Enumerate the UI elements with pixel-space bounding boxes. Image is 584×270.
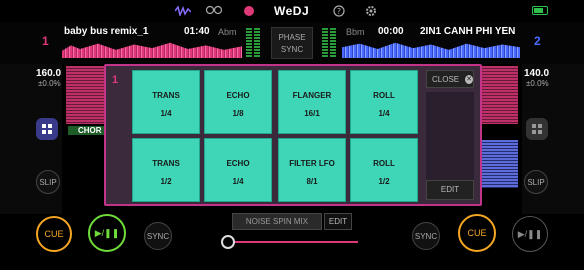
fx-pad-7[interactable]: FILTER LFO 8/1 bbox=[278, 138, 346, 202]
noise-spin-mix-button[interactable]: NOISE SPIN MIX bbox=[232, 213, 322, 230]
deck-left-sync-label: SYNC bbox=[146, 231, 170, 241]
app-title: WeDJ bbox=[274, 4, 310, 18]
deck-left-time: 01:40 bbox=[184, 26, 210, 37]
fx-pad-name: ROLL bbox=[373, 159, 395, 168]
fx-pad-name: ECHO bbox=[226, 159, 250, 168]
waveform-icon[interactable] bbox=[174, 4, 192, 18]
fx-edit-button[interactable]: EDIT bbox=[426, 180, 474, 200]
help-icon[interactable]: ? bbox=[330, 4, 348, 18]
deck-left-key: Abm bbox=[218, 27, 237, 37]
deck-left-cue-label: CUE bbox=[44, 229, 64, 239]
pioneer-logo-icon[interactable] bbox=[204, 4, 224, 18]
deck-right-pitch: ±0.0% bbox=[526, 79, 549, 88]
fx-pad-name: TRANS bbox=[152, 91, 180, 100]
fx-pad-1[interactable]: TRANS 1/4 bbox=[132, 70, 200, 134]
fx-pad-value: 1/2 bbox=[160, 177, 172, 186]
deck-left-slip-button[interactable]: SLIP bbox=[36, 170, 60, 194]
deck-right-bpm: 140.0 bbox=[524, 68, 550, 79]
deck-right-key: Bbm bbox=[346, 27, 365, 37]
deck-right-jog-waveform[interactable] bbox=[482, 66, 518, 124]
fx-pad-name: FLANGER bbox=[292, 91, 332, 100]
fx-pad-name: TRANS bbox=[152, 159, 180, 168]
deck-right-sync-label: SYNC bbox=[414, 231, 438, 241]
deck-left-jog-waveform[interactable] bbox=[66, 66, 104, 124]
phase-sync-line2: SYNC bbox=[280, 45, 304, 54]
deck-left-fx-toggle[interactable] bbox=[36, 118, 58, 140]
deck-left-pitch: ±0.0% bbox=[38, 79, 61, 88]
noise-spin-mix-edit-button[interactable]: EDIT bbox=[324, 213, 352, 230]
deck-left-bpm: 160.0 bbox=[36, 68, 62, 79]
deck-right-play-button[interactable]: ▶/❚❚ bbox=[512, 216, 548, 252]
deck-left-play-label: ▶/❚❚ bbox=[94, 227, 120, 238]
svg-text:?: ? bbox=[337, 7, 341, 16]
deck-left-level-meter bbox=[246, 28, 252, 58]
fx-panel-deck-number: 1 bbox=[112, 74, 119, 86]
deck-left-play-button[interactable]: ▶/❚❚ bbox=[88, 214, 126, 252]
fx-pad-2[interactable]: ECHO 1/8 bbox=[204, 70, 272, 134]
fx-pad-6[interactable]: ECHO 1/4 bbox=[204, 138, 272, 202]
deck-right-play-label: ▶/❚❚ bbox=[517, 228, 543, 239]
fx-pad-8[interactable]: ROLL 1/2 bbox=[350, 138, 418, 202]
battery-icon bbox=[532, 6, 548, 15]
settings-icon[interactable] bbox=[362, 4, 380, 18]
deck-right-cue-button[interactable]: CUE bbox=[458, 214, 496, 252]
close-icon: ✕ bbox=[465, 74, 473, 84]
deck-right-time: 00:00 bbox=[378, 26, 404, 37]
fx-close-label: CLOSE bbox=[432, 74, 460, 84]
deck-right-cue-label: CUE bbox=[467, 228, 487, 238]
fx-pad-name: FILTER LFO bbox=[289, 159, 335, 168]
deck-right-jog-waveform-lower[interactable] bbox=[482, 140, 518, 188]
deck-left-chord-label: CHOR bbox=[68, 126, 104, 135]
fx-pad-value: 1/4 bbox=[232, 177, 244, 186]
fx-pad-value: 1/4 bbox=[160, 109, 172, 118]
fx-pad-4[interactable]: ROLL 1/4 bbox=[350, 70, 418, 134]
deck-left-track-name[interactable]: baby bus remix_1 bbox=[64, 26, 148, 37]
fx-close-button[interactable]: CLOSE ✕ bbox=[426, 70, 474, 88]
fx-pad-value: 1/2 bbox=[378, 177, 390, 186]
deck-right-level-meter-2 bbox=[330, 28, 336, 58]
fx-pad-value: 1/8 bbox=[232, 109, 244, 118]
crossfader-track[interactable] bbox=[228, 241, 358, 243]
fx-pad-value: 8/1 bbox=[306, 177, 318, 186]
fx-pad-panel: 1 TRANS 1/4 ECHO 1/8 FLANGER 16/1 ROLL 1… bbox=[104, 64, 482, 206]
deck-right-track-name[interactable]: 2IN1 CANH PHI YEN bbox=[420, 26, 515, 37]
deck-right-fx-toggle[interactable] bbox=[526, 118, 548, 140]
fx-pad-name: ROLL bbox=[373, 91, 395, 100]
fx-pad-3[interactable]: FLANGER 16/1 bbox=[278, 70, 346, 134]
crossfader-knob[interactable] bbox=[221, 235, 235, 249]
fx-pad-name: ECHO bbox=[226, 91, 250, 100]
deck-right-number: 2 bbox=[534, 34, 541, 48]
deck-left-sync-button[interactable]: SYNC bbox=[144, 222, 172, 250]
deck-right-level-meter bbox=[322, 28, 328, 58]
fx-pad-value: 16/1 bbox=[304, 109, 320, 118]
deck-left-level-meter-2 bbox=[254, 28, 260, 58]
phase-sync-button[interactable]: PHASE SYNC bbox=[271, 27, 313, 59]
phase-sync-line1: PHASE bbox=[278, 33, 306, 42]
fx-pad-value: 1/4 bbox=[378, 109, 390, 118]
deck-left-number: 1 bbox=[42, 34, 49, 48]
deck-left-cue-button[interactable]: CUE bbox=[36, 216, 72, 252]
record-icon[interactable] bbox=[240, 4, 258, 18]
deck-right-sync-button[interactable]: SYNC bbox=[412, 222, 440, 250]
fx-pad-5[interactable]: TRANS 1/2 bbox=[132, 138, 200, 202]
deck-right-slip-button[interactable]: SLIP bbox=[524, 170, 548, 194]
deck-left-slip-label: SLIP bbox=[39, 177, 57, 187]
deck-right-slip-label: SLIP bbox=[527, 177, 545, 187]
